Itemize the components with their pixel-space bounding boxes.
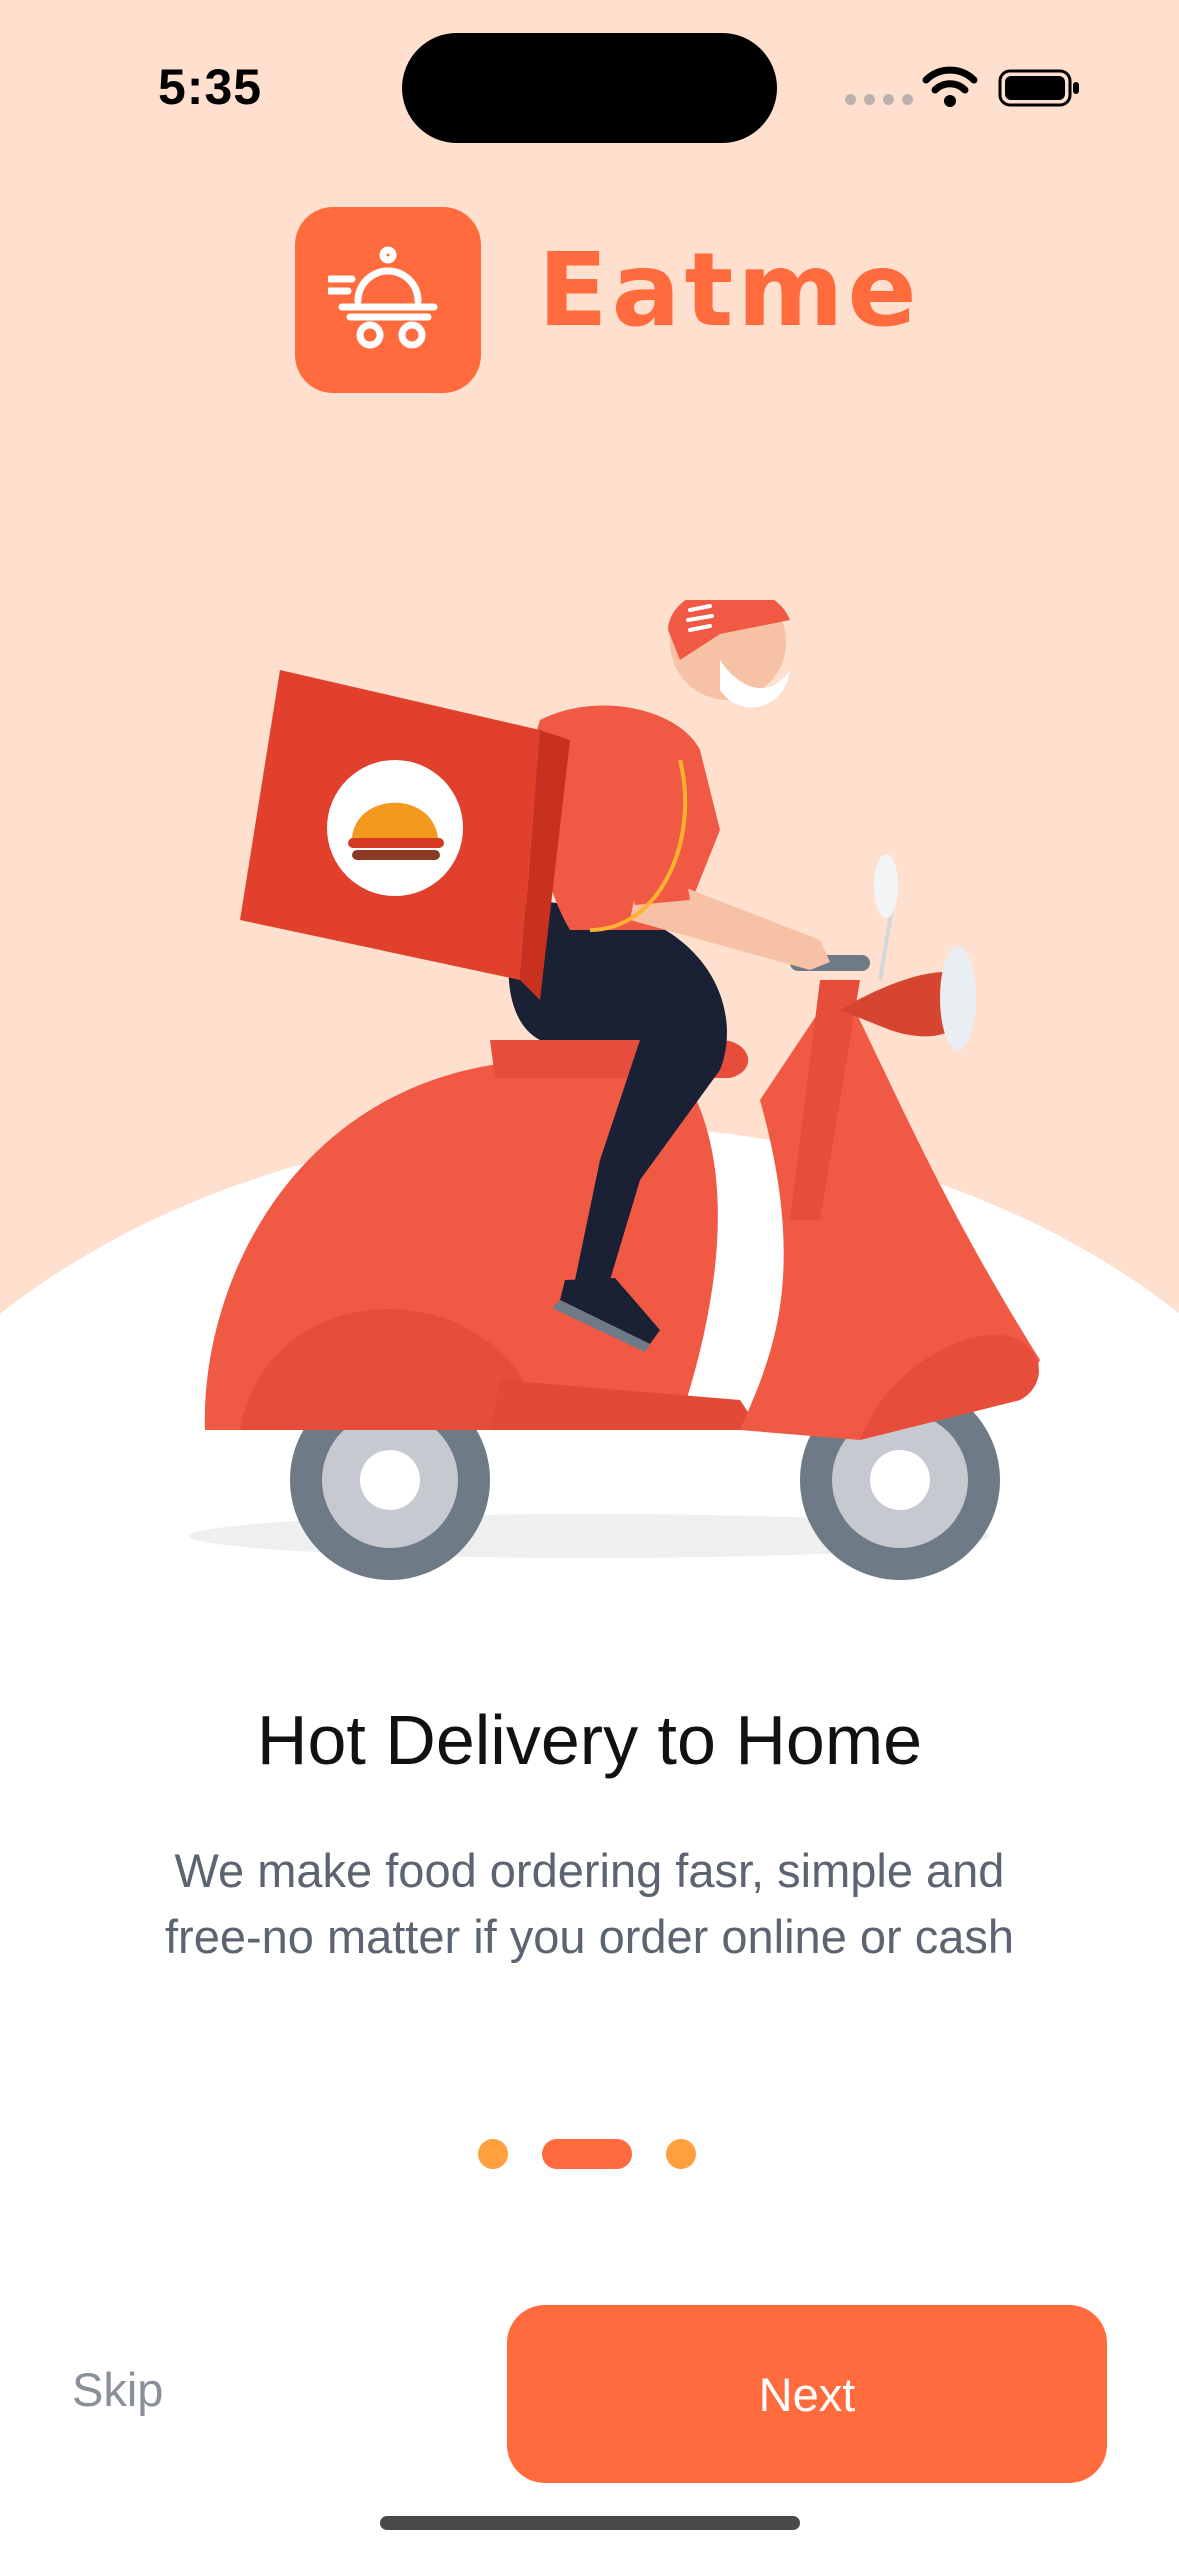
onboarding-subtitle: We make food ordering fasr, simple and f… bbox=[100, 1838, 1079, 1970]
wifi-icon bbox=[922, 66, 978, 107]
onboarding-title: Hot Delivery to Home bbox=[256, 1701, 923, 1779]
page-indicator bbox=[478, 2139, 696, 2169]
page-dot-2-active[interactable] bbox=[542, 2139, 632, 2169]
delivery-scooter-illustration bbox=[190, 600, 1040, 1580]
onboarding-screen: 5:35 Eatme Hot Delivery to Home We make … bbox=[0, 0, 1179, 2556]
battery-icon bbox=[998, 69, 1079, 107]
subtitle-line-2: free-no matter if you order online or ca… bbox=[164, 1910, 1015, 1963]
cellular-signal-icon bbox=[845, 94, 913, 105]
cloche-delivery-icon bbox=[328, 246, 438, 349]
next-button[interactable]: Next bbox=[507, 2305, 1107, 2483]
app-logo bbox=[295, 207, 481, 393]
subtitle-line-1: We make food ordering fasr, simple and bbox=[174, 1844, 1005, 1897]
brand-name: Eatme bbox=[538, 231, 921, 350]
page-dot-1[interactable] bbox=[478, 2139, 508, 2169]
home-indicator[interactable] bbox=[380, 2516, 800, 2530]
dynamic-island bbox=[402, 33, 777, 143]
status-time: 5:35 bbox=[158, 59, 263, 115]
skip-button[interactable]: Skip bbox=[72, 2362, 163, 2417]
page-dot-3[interactable] bbox=[666, 2139, 696, 2169]
